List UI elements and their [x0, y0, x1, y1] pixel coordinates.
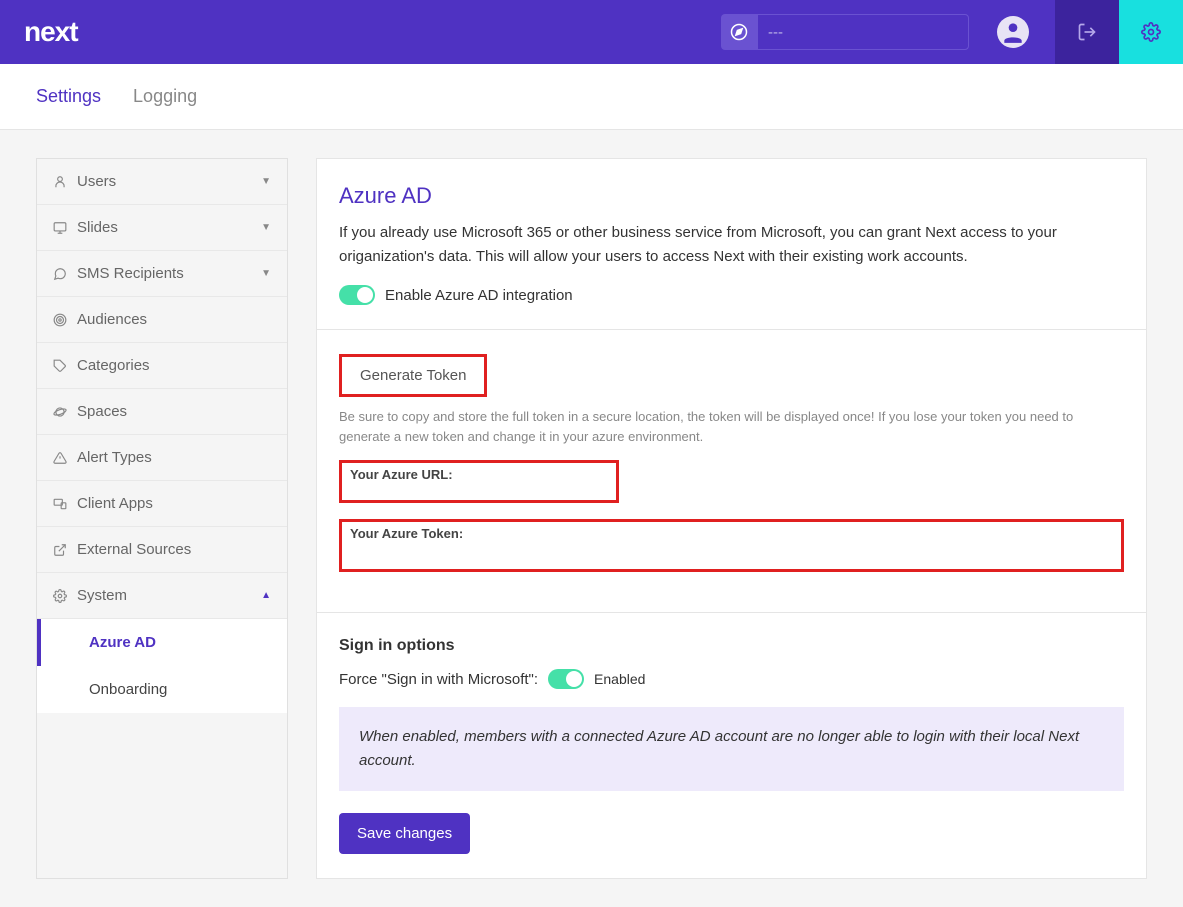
sidebar-item-label: System — [77, 587, 127, 604]
sidebar-item-alert-types[interactable]: Alert Types — [37, 435, 287, 481]
enable-azure-row: Enable Azure AD integration — [339, 285, 1124, 305]
sidebar-item-slides[interactable]: Slides ▼ — [37, 205, 287, 251]
enable-azure-toggle[interactable] — [339, 285, 375, 305]
settings-gear-button[interactable] — [1119, 0, 1183, 64]
sidebar-item-label: Users — [77, 173, 116, 190]
sidebar-item-spaces[interactable]: Spaces — [37, 389, 287, 435]
enable-azure-label: Enable Azure AD integration — [385, 287, 573, 304]
compass-icon[interactable] — [721, 14, 757, 50]
sidebar-item-client-apps[interactable]: Client Apps — [37, 481, 287, 527]
logo: next — [24, 16, 78, 48]
azure-desc: If you already use Microsoft 365 or othe… — [339, 221, 1124, 269]
user-icon — [53, 175, 67, 189]
chevron-down-icon: ▼ — [261, 268, 271, 279]
tag-icon — [53, 359, 67, 373]
signin-info: When enabled, members with a connected A… — [339, 707, 1124, 791]
azure-section: Azure AD If you already use Microsoft 36… — [317, 159, 1146, 330]
logout-button[interactable] — [1055, 0, 1119, 64]
sidebar-item-label: External Sources — [77, 541, 191, 558]
main-content: Users ▼ Slides ▼ SMS Recipients ▼ Audien… — [0, 130, 1183, 907]
tab-logging[interactable]: Logging — [133, 86, 197, 107]
sidebar-item-label: Client Apps — [77, 495, 153, 512]
sidebar-system-submenu: Azure AD Onboarding — [37, 619, 287, 713]
sidebar-item-system[interactable]: System ▲ — [37, 573, 287, 619]
sidebar-sub-azure-ad[interactable]: Azure AD — [37, 619, 287, 666]
app-header: next — [0, 0, 1183, 64]
token-section: Generate Token Be sure to copy and store… — [317, 330, 1146, 613]
azure-url-label: Your Azure URL: — [350, 467, 608, 482]
force-signin-label: Force "Sign in with Microsoft": — [339, 671, 538, 688]
tab-bar: Settings Logging — [0, 64, 1183, 130]
signin-section: Sign in options Force "Sign in with Micr… — [317, 613, 1146, 878]
sidebar-sub-onboarding[interactable]: Onboarding — [37, 666, 287, 713]
content-panel: Azure AD If you already use Microsoft 36… — [316, 158, 1147, 879]
chevron-down-icon: ▼ — [261, 176, 271, 187]
devices-icon — [53, 497, 67, 511]
gear-icon — [53, 589, 67, 603]
azure-url-box: Your Azure URL: — [339, 460, 619, 503]
save-changes-button[interactable]: Save changes — [339, 813, 470, 854]
tab-settings[interactable]: Settings — [36, 86, 101, 107]
sidebar-item-external-sources[interactable]: External Sources — [37, 527, 287, 573]
sidebar-item-label: SMS Recipients — [77, 265, 184, 282]
search-input[interactable] — [757, 14, 969, 50]
external-icon — [53, 543, 67, 557]
sidebar-item-label: Alert Types — [77, 449, 152, 466]
force-signin-toggle[interactable] — [548, 669, 584, 689]
sidebar-item-users[interactable]: Users ▼ — [37, 159, 287, 205]
monitor-icon — [53, 221, 67, 235]
sidebar-item-label: Audiences — [77, 311, 147, 328]
generate-token-button[interactable]: Generate Token — [339, 354, 487, 397]
signin-title: Sign in options — [339, 637, 1124, 655]
sidebar-item-label: Spaces — [77, 403, 127, 420]
alert-icon — [53, 451, 67, 465]
planet-icon — [53, 405, 67, 419]
force-signin-row: Force "Sign in with Microsoft": Enabled — [339, 669, 1124, 689]
settings-sidebar: Users ▼ Slides ▼ SMS Recipients ▼ Audien… — [36, 158, 288, 879]
azure-title: Azure AD — [339, 183, 1124, 209]
sidebar-item-label: Categories — [77, 357, 150, 374]
sidebar-item-sms[interactable]: SMS Recipients ▼ — [37, 251, 287, 297]
azure-token-label: Your Azure Token: — [350, 526, 1113, 541]
azure-token-box: Your Azure Token: — [339, 519, 1124, 572]
chevron-down-icon: ▼ — [261, 222, 271, 233]
chevron-up-icon: ▲ — [261, 590, 271, 601]
search-wrap — [721, 14, 969, 50]
avatar[interactable] — [997, 16, 1029, 48]
target-icon — [53, 313, 67, 327]
sidebar-item-audiences[interactable]: Audiences — [37, 297, 287, 343]
message-icon — [53, 267, 67, 281]
token-hint: Be sure to copy and store the full token… — [339, 407, 1124, 446]
sidebar-item-label: Slides — [77, 219, 118, 236]
sidebar-item-categories[interactable]: Categories — [37, 343, 287, 389]
force-signin-status: Enabled — [594, 671, 645, 687]
